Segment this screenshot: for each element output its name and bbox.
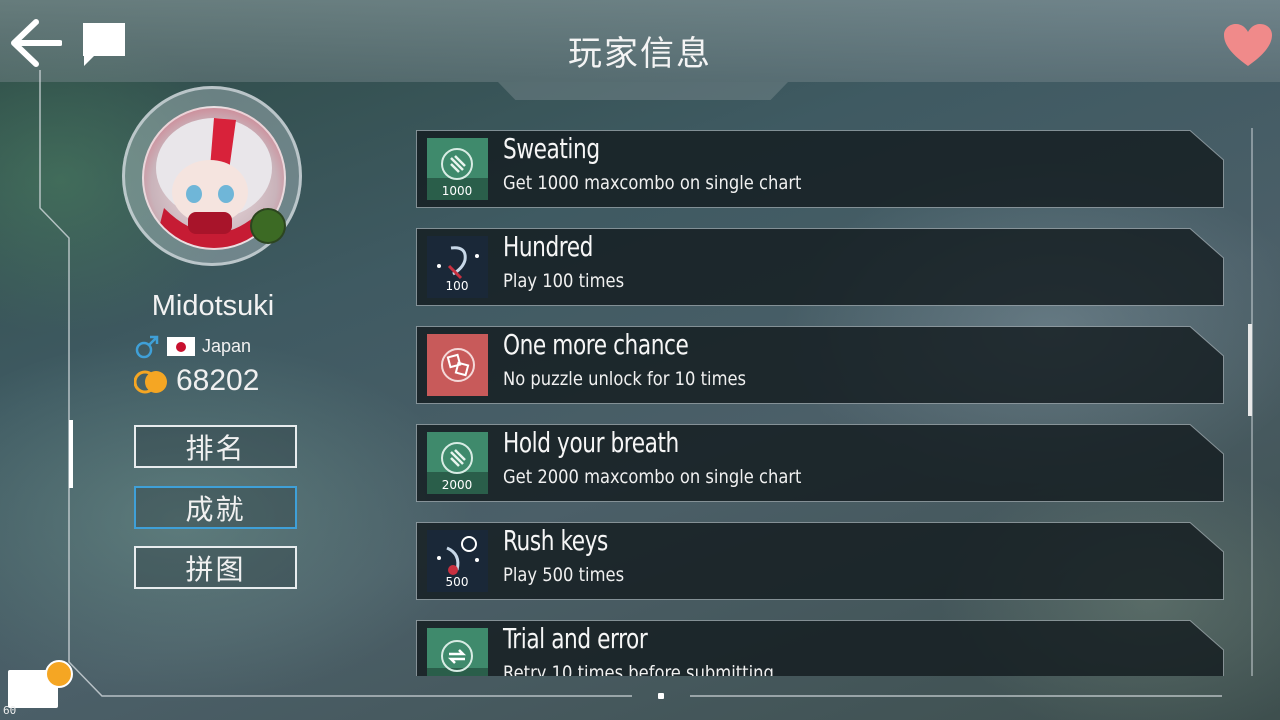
achievement-title: One more chance [503,328,689,361]
achievement-list[interactable]: 1000 Sweating Get 1000 maxcombo on singl… [416,128,1228,676]
notification-badge [45,660,73,688]
svg-text:2000: 2000 [442,478,473,492]
achievement-item[interactable]: 1000 Sweating Get 1000 maxcombo on singl… [416,130,1224,208]
coin-icon [134,370,167,394]
retry-badge-icon: 10 [427,628,488,676]
play-count-badge-icon: 500 [427,530,488,592]
list-scrollbar[interactable] [1248,324,1252,416]
back-arrow-icon[interactable] [8,18,62,68]
achievement-description: Play 500 times [503,564,625,586]
achievement-title: Sweating [503,132,600,165]
heart-icon[interactable] [1222,22,1274,68]
svg-text:500: 500 [446,575,469,589]
achievement-item[interactable]: 500 Rush keys Play 500 times [416,522,1224,600]
achievement-description: Get 2000 maxcombo on single chart [503,466,802,488]
svg-text:100: 100 [446,279,469,293]
achievement-description: Play 100 times [503,270,625,292]
ranking-button[interactable]: 排名 [134,425,297,468]
achievement-title: Hold your breath [503,426,679,459]
achievement-description: Retry 10 times before submitting [503,662,774,676]
svg-text:10: 10 [449,674,464,676]
achievement-title: Trial and error [503,622,648,655]
japan-flag-icon [167,337,195,356]
fps-counter: 60 [3,704,17,717]
combo-badge-icon: 2000 [427,432,488,494]
achievement-description: No puzzle unlock for 10 times [503,368,747,390]
page-indicator-dot [658,693,664,699]
play-count-badge-icon: 100 [427,236,488,298]
male-icon [135,335,159,359]
achievement-description: Get 1000 maxcombo on single chart [503,172,802,194]
page-title: 玩家信息 [568,34,712,74]
achievements-button[interactable]: 成就 [134,486,297,529]
achievement-item[interactable]: 100 Hundred Play 100 times [416,228,1224,306]
svg-text:1000: 1000 [442,184,473,198]
online-status-dot [250,208,286,244]
combo-badge-icon: 1000 [427,138,488,200]
achievement-title: Hundred [503,230,593,263]
puzzle-badge-icon [427,334,488,396]
puzzle-button[interactable]: 拼图 [134,546,297,589]
achievement-item[interactable]: One more chance No puzzle unlock for 10 … [416,326,1224,404]
country-label: Japan [202,336,252,356]
achievement-item[interactable]: 10 Trial and error Retry 10 times before… [416,620,1224,676]
achievement-title: Rush keys [503,524,608,557]
chat-bubble-icon[interactable] [80,20,128,68]
achievement-item[interactable]: 2000 Hold your breath Get 2000 maxcombo … [416,424,1224,502]
username: Midotsuki [151,290,275,322]
coin-count: 68202 [176,364,260,397]
